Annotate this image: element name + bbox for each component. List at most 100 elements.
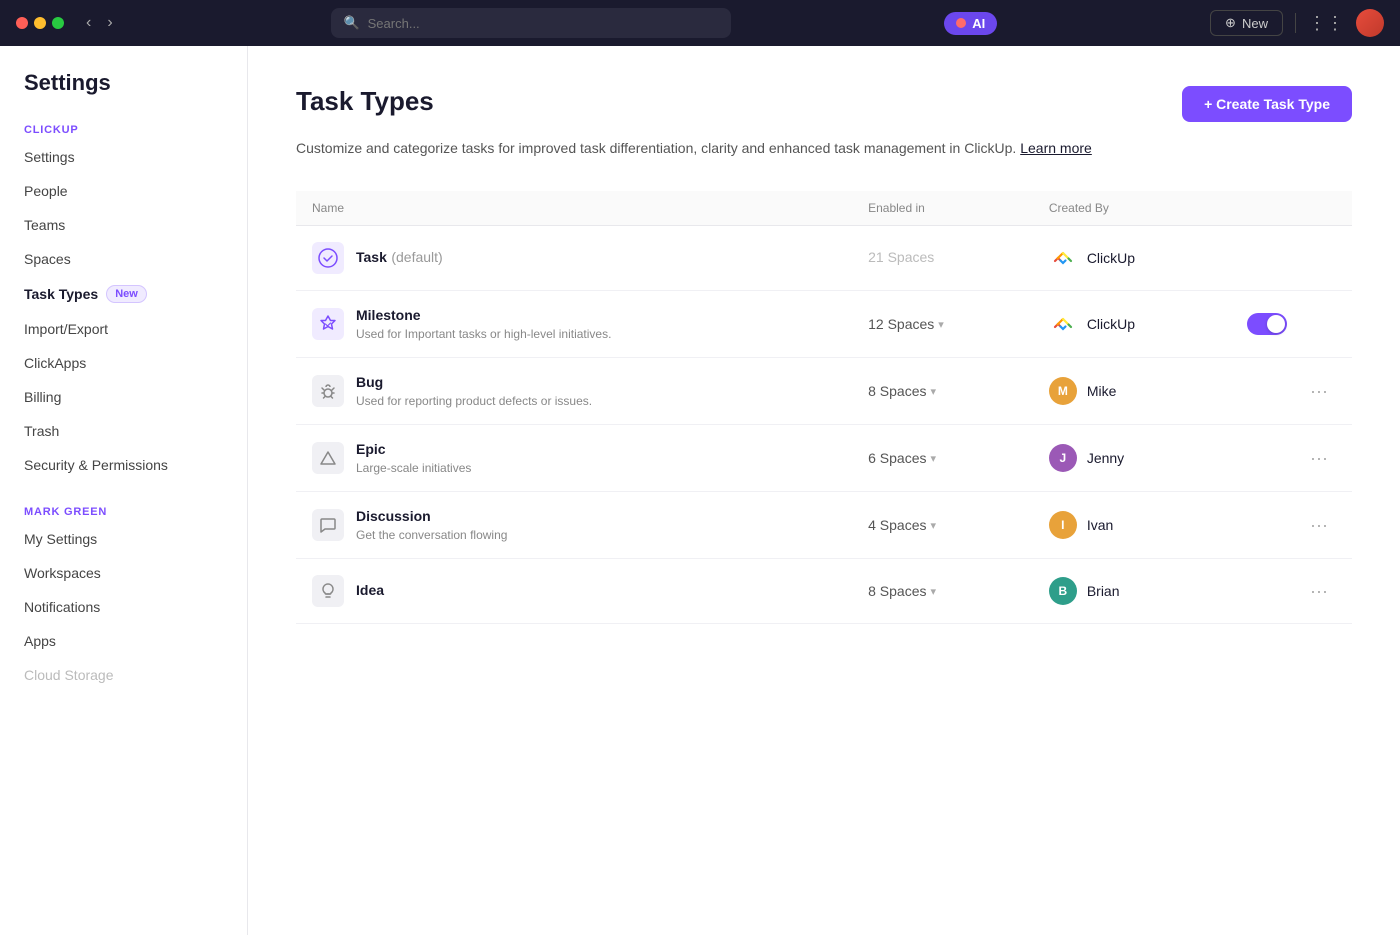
toggle-switch[interactable] bbox=[1247, 313, 1287, 335]
sidebar-item-import-export[interactable]: Import/Export bbox=[0, 312, 247, 346]
user-avatar[interactable] bbox=[1356, 9, 1384, 37]
sidebar-item-people[interactable]: People bbox=[0, 174, 247, 208]
main-layout: Settings CLICKUP Settings People Teams S… bbox=[0, 46, 1400, 935]
creator-cell: J Jenny bbox=[1033, 425, 1231, 492]
sidebar-item-teams[interactable]: Teams bbox=[0, 208, 247, 242]
sidebar-item-task-types[interactable]: Task Types New bbox=[0, 276, 247, 312]
actions-cell: ··· bbox=[1231, 358, 1352, 425]
name-cell: Bug Used for reporting product defects o… bbox=[296, 358, 852, 425]
creator-name: Mike bbox=[1087, 383, 1117, 399]
creator-name: Jenny bbox=[1087, 450, 1124, 466]
more-options-button[interactable]: ··· bbox=[1302, 377, 1336, 406]
creator-name: ClickUp bbox=[1087, 250, 1135, 266]
spaces-cell[interactable]: 21 Spaces bbox=[852, 226, 1033, 291]
spaces-count: 21 Spaces bbox=[868, 249, 934, 265]
clickup-logo bbox=[1049, 244, 1077, 272]
back-button[interactable]: ‹ bbox=[80, 12, 97, 34]
more-options-button[interactable]: ··· bbox=[1302, 511, 1336, 540]
task-type-name: Discussion bbox=[356, 508, 431, 524]
chevron-down-icon: ▾ bbox=[930, 585, 936, 598]
more-options-button[interactable]: ··· bbox=[1302, 444, 1336, 473]
table-body: Task (default) 21 Spaces ClickUp Milesto… bbox=[296, 226, 1352, 624]
creator-cell: I Ivan bbox=[1033, 492, 1231, 559]
sidebar-item-apps[interactable]: Apps bbox=[0, 624, 247, 658]
spaces-count: 4 Spaces bbox=[868, 517, 926, 533]
creator-cell: M Mike bbox=[1033, 358, 1231, 425]
spaces-dropdown[interactable]: 8 Spaces ▾ bbox=[868, 583, 1017, 599]
spaces-dropdown[interactable]: 4 Spaces ▾ bbox=[868, 517, 1017, 533]
creator-name: Ivan bbox=[1087, 517, 1113, 533]
creator-avatar: I bbox=[1049, 511, 1077, 539]
sidebar-item-spaces[interactable]: Spaces bbox=[0, 242, 247, 276]
sidebar-item-notifications[interactable]: Notifications bbox=[0, 590, 247, 624]
toggle-knob bbox=[1267, 315, 1285, 333]
spaces-count: 12 Spaces bbox=[868, 316, 934, 332]
col-actions bbox=[1231, 191, 1352, 226]
spaces-cell[interactable]: 8 Spaces ▾ bbox=[852, 559, 1033, 624]
table-row: Milestone Used for Important tasks or hi… bbox=[296, 291, 1352, 358]
task-type-name: Task bbox=[356, 249, 387, 265]
task-types-table: Name Enabled in Created By Task (default… bbox=[296, 191, 1352, 624]
spaces-count: 6 Spaces bbox=[868, 450, 926, 466]
creator-name: Brian bbox=[1087, 583, 1120, 599]
name-cell: Milestone Used for Important tasks or hi… bbox=[296, 291, 852, 358]
creator-avatar: J bbox=[1049, 444, 1077, 472]
sidebar-item-billing[interactable]: Billing bbox=[0, 380, 247, 414]
nav-controls: ‹ › bbox=[80, 12, 119, 34]
spaces-cell[interactable]: 6 Spaces ▾ bbox=[852, 425, 1033, 492]
task-type-icon bbox=[312, 509, 344, 541]
creator-cell: ClickUp bbox=[1033, 291, 1231, 358]
spaces-cell[interactable]: 12 Spaces ▾ bbox=[852, 291, 1033, 358]
create-task-type-button[interactable]: + Create Task Type bbox=[1182, 86, 1352, 122]
more-options-button[interactable]: ··· bbox=[1302, 577, 1336, 606]
page-header: Task Types + Create Task Type bbox=[296, 86, 1352, 122]
task-type-icon bbox=[312, 375, 344, 407]
task-type-icon bbox=[312, 442, 344, 474]
sidebar-title: Settings bbox=[0, 70, 247, 116]
task-type-description: Used for Important tasks or high-level i… bbox=[356, 327, 611, 341]
page-description: Customize and categorize tasks for impro… bbox=[296, 138, 1352, 159]
sidebar-item-workspaces[interactable]: Workspaces bbox=[0, 556, 247, 590]
search-input[interactable] bbox=[368, 16, 720, 31]
creator-cell: ClickUp bbox=[1033, 226, 1231, 291]
sidebar-item-trash[interactable]: Trash bbox=[0, 414, 247, 448]
ai-button[interactable]: AI bbox=[944, 12, 997, 35]
task-type-name: Milestone bbox=[356, 307, 421, 323]
forward-button[interactable]: › bbox=[101, 12, 118, 34]
window-controls bbox=[16, 17, 64, 29]
task-type-description: Large-scale initiatives bbox=[356, 461, 471, 475]
creator-name: ClickUp bbox=[1087, 316, 1135, 332]
sidebar-item-my-settings[interactable]: My Settings bbox=[0, 522, 247, 556]
ai-label: AI bbox=[972, 16, 985, 31]
spaces-cell[interactable]: 8 Spaces ▾ bbox=[852, 358, 1033, 425]
sidebar-item-cloud-storage[interactable]: Cloud Storage bbox=[0, 658, 247, 692]
chevron-down-icon: ▾ bbox=[930, 385, 936, 398]
search-bar[interactable]: 🔍 bbox=[331, 8, 731, 38]
sidebar: Settings CLICKUP Settings People Teams S… bbox=[0, 46, 248, 935]
new-button[interactable]: ⊕ New bbox=[1210, 10, 1283, 36]
actions-cell: ··· bbox=[1231, 559, 1352, 624]
task-type-name: Epic bbox=[356, 441, 386, 457]
spaces-count: 8 Spaces bbox=[868, 383, 926, 399]
grid-icon[interactable]: ⋮⋮ bbox=[1308, 13, 1344, 34]
table-row: Epic Large-scale initiatives 6 Spaces ▾ … bbox=[296, 425, 1352, 492]
table-row: Idea 8 Spaces ▾ B Brian ··· bbox=[296, 559, 1352, 624]
spaces-dropdown[interactable]: 8 Spaces ▾ bbox=[868, 383, 1017, 399]
sidebar-item-settings[interactable]: Settings bbox=[0, 140, 247, 174]
sidebar-item-clickapps[interactable]: ClickApps bbox=[0, 346, 247, 380]
topbar-right: ⊕ New ⋮⋮ bbox=[1210, 9, 1384, 37]
learn-more-link[interactable]: Learn more bbox=[1020, 140, 1092, 156]
spaces-cell[interactable]: 4 Spaces ▾ bbox=[852, 492, 1033, 559]
default-label: (default) bbox=[391, 249, 442, 265]
spaces-dropdown[interactable]: 6 Spaces ▾ bbox=[868, 450, 1017, 466]
spaces-dropdown[interactable]: 12 Spaces ▾ bbox=[868, 316, 1017, 332]
table-row: Discussion Get the conversation flowing … bbox=[296, 492, 1352, 559]
chevron-down-icon: ▾ bbox=[938, 318, 944, 331]
sidebar-item-security[interactable]: Security & Permissions bbox=[0, 448, 247, 482]
name-cell: Epic Large-scale initiatives bbox=[296, 425, 852, 492]
name-cell: Idea bbox=[296, 559, 852, 624]
col-name: Name bbox=[296, 191, 852, 226]
table-row: Bug Used for reporting product defects o… bbox=[296, 358, 1352, 425]
actions-cell: ··· bbox=[1231, 492, 1352, 559]
task-type-description: Used for reporting product defects or is… bbox=[356, 394, 592, 408]
